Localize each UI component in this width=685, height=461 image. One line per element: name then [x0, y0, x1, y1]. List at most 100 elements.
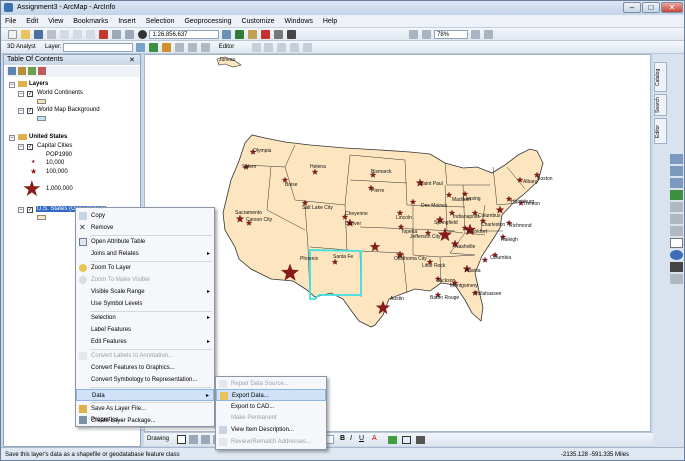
zoom-whole-page-icon[interactable] — [471, 30, 481, 39]
menu-help[interactable]: Help — [319, 15, 341, 25]
fill-color-icon[interactable] — [388, 436, 397, 444]
zoom-out-icon[interactable] — [670, 166, 683, 176]
profile-icon[interactable] — [174, 43, 184, 52]
toc-close-icon[interactable]: ✕ — [129, 56, 135, 64]
layout-tool-icon[interactable] — [409, 30, 419, 39]
capital-cities-layer[interactable]: Capital Cities — [37, 143, 72, 149]
united-states-group-name[interactable]: United States — [29, 134, 67, 140]
globe-icon[interactable] — [148, 43, 158, 52]
font-color-icon[interactable]: A — [372, 435, 377, 442]
steepest-path-icon[interactable] — [200, 43, 210, 52]
select-arrow-icon[interactable] — [670, 238, 683, 248]
bold-icon[interactable]: B — [340, 435, 345, 442]
menu-item-zoom-to-layer[interactable]: Zoom To Layer — [76, 262, 214, 274]
new-icon[interactable] — [8, 30, 17, 39]
collapse-layers-icon[interactable]: − — [9, 82, 15, 88]
us-states-checkbox[interactable]: ✓ — [27, 207, 33, 213]
drawing-menu[interactable]: Drawing — [147, 436, 169, 442]
world-continents-layer[interactable]: World Continents — [37, 90, 83, 96]
select-elements-icon[interactable] — [177, 435, 186, 444]
search-window-icon[interactable] — [261, 30, 271, 39]
menu-item-convert-features[interactable]: Convert Features to Graphics... — [76, 362, 214, 374]
edit-tool-icon[interactable] — [251, 43, 261, 52]
list-by-drawing-order-icon[interactable] — [8, 67, 16, 75]
collapse-united-states-icon[interactable]: − — [9, 135, 15, 141]
menu-item-open-attribute-table[interactable]: Open Attribute Table — [76, 236, 214, 248]
marker-color-icon[interactable] — [416, 436, 425, 444]
catalog-tab[interactable]: Catalog — [654, 62, 667, 92]
contour-icon[interactable] — [187, 43, 197, 52]
menu-item-properties[interactable]: Properties... — [76, 414, 214, 426]
measure-icon[interactable] — [670, 274, 683, 284]
page-layout-icon[interactable] — [483, 30, 493, 39]
navigate-icon[interactable] — [135, 43, 145, 52]
menu-item-data[interactable]: Data ▸ — [76, 389, 214, 401]
editor-toolbar-icon[interactable] — [222, 30, 232, 39]
menu-file[interactable]: File — [1, 15, 20, 25]
pan-icon[interactable] — [670, 178, 683, 188]
analyst-label[interactable]: 3D Analyst — [7, 44, 43, 50]
table-of-contents-icon[interactable] — [235, 30, 245, 39]
editor-tab[interactable]: Editor — [654, 118, 667, 144]
zoom-in-icon[interactable] — [670, 154, 683, 164]
collapse-us-states-icon[interactable]: − — [18, 207, 24, 213]
underline-icon[interactable]: U — [359, 435, 364, 442]
menu-view[interactable]: View — [44, 15, 67, 25]
menu-item-remove[interactable]: ✕ Remove — [76, 222, 214, 234]
zoom-percent-combo[interactable]: 78% — [434, 30, 469, 39]
paste-icon[interactable] — [85, 30, 95, 39]
layout-zoom-icon[interactable] — [422, 30, 432, 39]
menu-item-use-symbol-levels[interactable]: Use Symbol Levels — [76, 298, 214, 310]
full-extent-icon[interactable] — [670, 190, 683, 200]
reshape-icon[interactable] — [277, 43, 287, 52]
cut-polygon-icon[interactable] — [290, 43, 300, 52]
fixed-zoom-out-icon[interactable] — [670, 214, 683, 224]
menu-item-copy[interactable]: Copy — [76, 210, 214, 222]
back-extent-icon[interactable] — [670, 226, 683, 236]
editor-menu[interactable]: Editor — [219, 44, 249, 50]
minimize-button[interactable]: – — [623, 2, 641, 13]
collapse-world-continents-icon[interactable]: − — [18, 91, 24, 97]
list-by-source-icon[interactable] — [18, 67, 26, 75]
sketch-tool-icon[interactable] — [264, 43, 274, 52]
menu-windows[interactable]: Windows — [281, 15, 317, 25]
world-background-layer[interactable]: World Map Background — [37, 107, 100, 113]
line-color-icon[interactable] — [402, 436, 411, 444]
menu-item-convert-symbology[interactable]: Convert Symbology to Representation... — [76, 374, 214, 386]
list-by-visibility-icon[interactable] — [28, 67, 36, 75]
close-button[interactable]: ✕ — [661, 2, 683, 13]
cut-icon[interactable] — [59, 30, 69, 39]
search-tab[interactable]: Search — [654, 94, 667, 116]
catalog-icon[interactable] — [248, 30, 258, 39]
rotate-icon[interactable] — [189, 435, 198, 444]
collapse-world-background-icon[interactable]: − — [18, 108, 24, 114]
menu-geoprocessing[interactable]: Geoprocessing — [180, 15, 235, 25]
submenu-item-export-data[interactable]: Export Data... — [216, 389, 326, 401]
menu-bookmarks[interactable]: Bookmarks — [69, 15, 112, 25]
layers-group-name[interactable]: Layers — [29, 81, 48, 87]
scale-combo[interactable]: 1:26,856,637 — [149, 30, 220, 39]
menu-item-edit-features[interactable]: Edit Features ▸ — [76, 336, 214, 348]
collapse-capital-cities-icon[interactable]: − — [18, 144, 24, 150]
submenu-item-view-item-description[interactable]: View Item Description... — [216, 424, 326, 436]
undo-icon[interactable] — [111, 30, 121, 39]
open-icon[interactable] — [20, 30, 30, 39]
capital-cities-checkbox[interactable]: ✓ — [27, 144, 33, 150]
python-icon[interactable] — [287, 30, 297, 39]
redo-icon[interactable] — [124, 30, 134, 39]
menu-insert[interactable]: Insert — [114, 15, 140, 25]
list-by-selection-icon[interactable] — [38, 67, 46, 75]
world-continents-checkbox[interactable]: ✓ — [27, 91, 33, 97]
menu-item-joins-and-relates[interactable]: Joins and Relates ▸ — [76, 248, 214, 260]
menu-edit[interactable]: Edit — [22, 15, 42, 25]
rectangle-icon[interactable] — [201, 435, 210, 444]
print-icon[interactable] — [46, 30, 56, 39]
arctoolbox-icon[interactable] — [274, 30, 284, 39]
split-icon[interactable] — [303, 43, 313, 52]
delete-icon[interactable] — [98, 30, 108, 39]
save-icon[interactable] — [33, 30, 43, 39]
menu-item-selection[interactable]: Selection ▸ — [76, 312, 214, 324]
world-background-checkbox[interactable]: ✓ — [27, 108, 33, 114]
copy-icon[interactable] — [72, 30, 82, 39]
identify-icon[interactable] — [670, 250, 683, 260]
